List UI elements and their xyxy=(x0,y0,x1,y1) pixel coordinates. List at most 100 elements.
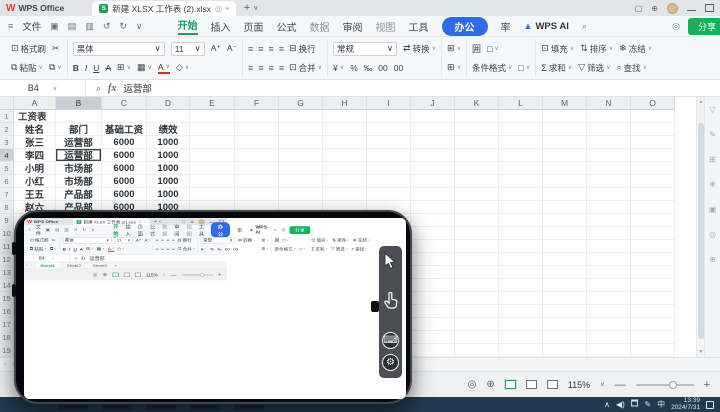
tab-tools[interactable]: 工具 xyxy=(409,19,429,34)
row-header-16[interactable]: 16 xyxy=(0,305,14,318)
filter-button[interactable]: ▽筛选∨ xyxy=(578,62,610,74)
cell-O4[interactable] xyxy=(631,149,675,162)
cell-G3[interactable] xyxy=(279,136,323,149)
cell-D4[interactable]: 1000 xyxy=(147,149,190,162)
eraser-button[interactable]: ◇∨ xyxy=(176,62,189,73)
page-break-view-button[interactable] xyxy=(135,273,141,277)
freeze-button[interactable]: ❄冻结∨ xyxy=(619,43,652,55)
cell-O6[interactable] xyxy=(631,175,675,188)
cell-H4[interactable] xyxy=(323,149,367,162)
bold-button[interactable]: B xyxy=(63,247,66,252)
cell-K5[interactable] xyxy=(455,162,499,175)
cell-N8[interactable] xyxy=(587,201,631,214)
decrease-font-button[interactable]: A⁻ xyxy=(227,43,237,54)
cell-K2[interactable] xyxy=(455,123,499,136)
merge-cells-button[interactable]: ⊡合并∨ xyxy=(289,62,322,74)
cell-J1[interactable] xyxy=(411,110,455,123)
cell-L12[interactable] xyxy=(499,253,543,266)
column-header-J[interactable]: J xyxy=(411,97,455,110)
cell-L14[interactable] xyxy=(499,279,543,292)
cell-O13[interactable] xyxy=(631,266,675,279)
cell-K13[interactable] xyxy=(455,266,499,279)
panel-icon[interactable]: ◎ xyxy=(709,230,716,239)
fx-icon[interactable]: fx xyxy=(81,256,85,261)
sheet-tab-1[interactable]: Sheet1 xyxy=(36,263,59,269)
chat-icon[interactable]: 🗖 xyxy=(631,398,639,412)
column-header-N[interactable]: N xyxy=(587,97,631,110)
wps-ai-button[interactable]: ▲ WPS AI xyxy=(249,225,267,235)
cell-I4[interactable] xyxy=(367,149,411,162)
cell-F7[interactable] xyxy=(235,188,279,201)
zoom-slider-handle[interactable] xyxy=(669,381,677,389)
zoom-out-button[interactable]: — xyxy=(171,272,177,277)
export-icon[interactable]: ▤ xyxy=(68,21,77,32)
cell-L17[interactable] xyxy=(499,318,543,331)
formula-value[interactable]: 运营部 xyxy=(90,255,105,261)
globe-icon[interactable]: ⊕ xyxy=(651,4,658,13)
column-header-D[interactable]: D xyxy=(147,97,190,110)
cell-O10[interactable] xyxy=(631,227,675,240)
center-target-icon[interactable]: ⊕ xyxy=(486,379,494,390)
cell-E5[interactable] xyxy=(190,162,235,175)
redo-icon[interactable]: ↻ xyxy=(82,227,86,232)
shape-style-button[interactable]: □∨ xyxy=(487,44,499,54)
cell-L16[interactable] xyxy=(499,305,543,318)
zoom-level[interactable]: 115% xyxy=(568,380,590,390)
comma-style-button[interactable]: ‰ xyxy=(217,247,222,252)
cell-size-button[interactable]: □∨ xyxy=(518,63,530,73)
cell-L10[interactable] xyxy=(499,227,543,240)
tab-data[interactable]: 数据 xyxy=(162,223,167,237)
cell-H6[interactable] xyxy=(323,175,367,188)
borders-button[interactable]: ⊞∨ xyxy=(86,246,93,251)
cell-O19[interactable] xyxy=(631,344,675,357)
column-header-I[interactable]: I xyxy=(367,97,411,110)
panel-icon[interactable]: ❄ xyxy=(709,180,716,189)
notification-icon[interactable] xyxy=(706,401,714,409)
cell-O8[interactable] xyxy=(631,201,675,214)
tab-tools[interactable]: 工具 xyxy=(199,223,204,237)
cell-J12[interactable] xyxy=(411,253,455,266)
column-header-F[interactable]: F xyxy=(235,97,279,110)
column-header-C[interactable]: C xyxy=(102,97,147,110)
zoom-formula-icon[interactable]: ⌕ xyxy=(75,256,78,261)
cell-M7[interactable] xyxy=(543,188,587,201)
cell-K15[interactable] xyxy=(455,292,499,305)
save-icon[interactable]: ▣ xyxy=(50,21,59,32)
cell-J8[interactable] xyxy=(411,201,455,214)
cell-E6[interactable] xyxy=(190,175,235,188)
cell-M17[interactable] xyxy=(543,318,587,331)
copy-button[interactable]: ⧉∨ xyxy=(50,246,57,251)
cell-N10[interactable] xyxy=(587,227,631,240)
cell-I2[interactable] xyxy=(367,123,411,136)
name-box[interactable]: B4 ∨ xyxy=(24,254,70,261)
align-middle-icon[interactable]: ≡ xyxy=(258,44,262,54)
row-header-2[interactable]: 2 xyxy=(0,123,14,136)
cell-O15[interactable] xyxy=(631,292,675,305)
cell-L8[interactable] xyxy=(499,201,543,214)
cell-K8[interactable] xyxy=(455,201,499,214)
panel-icon[interactable]: ✎ xyxy=(709,130,716,139)
redo-icon[interactable]: ↻ xyxy=(119,21,127,32)
cell-C4[interactable]: 6000 xyxy=(102,149,147,162)
print-preview-icon[interactable]: ▥ xyxy=(64,227,69,232)
page-layout-view-button[interactable] xyxy=(526,380,537,389)
font-color-button[interactable]: A∨ xyxy=(108,246,114,251)
cell-L18[interactable] xyxy=(499,331,543,344)
cut-icon[interactable]: ✂ xyxy=(52,43,59,54)
cell-J17[interactable] xyxy=(411,318,455,331)
cell-D6[interactable]: 1000 xyxy=(147,175,190,188)
cell-L1[interactable] xyxy=(499,110,543,123)
cell-K12[interactable] xyxy=(455,253,499,266)
cell-K9[interactable] xyxy=(455,214,499,227)
increase-decimal-button[interactable]: 00 xyxy=(378,63,387,73)
add-sheet-button[interactable]: + xyxy=(114,263,117,268)
format-painter-button[interactable]: ⊡格式刷 xyxy=(11,43,46,55)
cell-G1[interactable] xyxy=(279,110,323,123)
cell-O16[interactable] xyxy=(631,305,675,318)
cell-M1[interactable] xyxy=(543,110,587,123)
row-header-4[interactable]: 4 xyxy=(0,149,14,162)
currency-button[interactable]: ¥∨ xyxy=(201,247,207,252)
cell-N19[interactable] xyxy=(587,344,631,357)
zoom-slider[interactable] xyxy=(182,274,213,275)
cell-M3[interactable] xyxy=(543,136,587,149)
